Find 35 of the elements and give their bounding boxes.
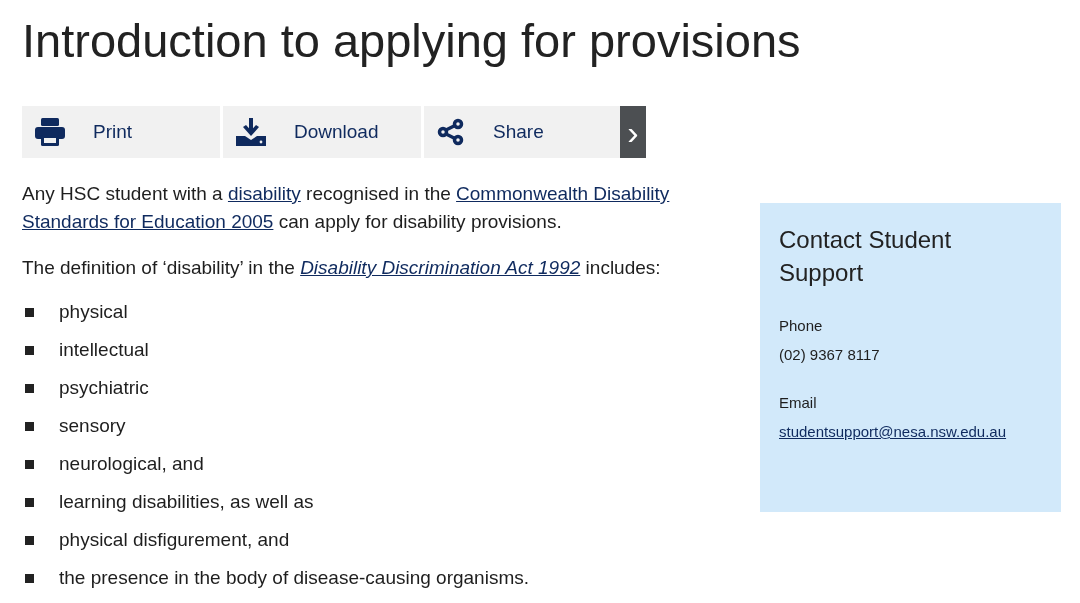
bullet-icon (25, 459, 34, 469)
list-item: psychiatric (59, 376, 149, 400)
list-item: physical (59, 300, 128, 324)
field-label: Phone (779, 316, 824, 336)
bullet-icon (25, 421, 34, 431)
bullet-icon (25, 345, 34, 355)
paragraph: Any HSC student with a disability recognised in the Commonwealth Disability Standards for Education 2005 can apply for disability provisions. (22, 182, 671, 234)
bullet-icon (25, 497, 34, 507)
field-label: Email (779, 393, 818, 413)
share-button[interactable]: Share (424, 106, 622, 158)
download-icon (236, 118, 266, 146)
page-title: Introduction to applying for provisions (22, 13, 802, 69)
bullet-icon (25, 307, 34, 317)
list-item: sensory (59, 414, 126, 438)
link[interactable]: Commonwealth Disability (456, 183, 670, 204)
list-item: the presence in the body of disease-causing organisms. (59, 566, 529, 590)
next-button[interactable]: › (620, 106, 646, 158)
list-item: neurological, and (59, 452, 204, 476)
bullet-icon (25, 383, 34, 393)
link[interactable]: Disability Discrimination Act 1992 (300, 257, 581, 278)
field-value: (02) 9367 8117 (779, 345, 881, 365)
link[interactable]: Standards for Education 2005 (22, 211, 274, 232)
list-item: intellectual (59, 338, 149, 362)
print-button[interactable]: Print (22, 106, 220, 158)
link[interactable]: disability (227, 183, 301, 204)
list-item: physical disfigurement, and (59, 528, 290, 552)
card-title: Contact Student Support (779, 225, 953, 288)
email-link[interactable]: studentsupport@nesa.nsw.edu.au (779, 422, 1042, 442)
bullet-icon (25, 535, 34, 545)
list-item: learning disabilities, as well as (59, 490, 314, 514)
printer-icon (35, 118, 65, 146)
paragraph: The definition of ‘disability’ in the Disability Discrimination Act 1992 includes: (22, 256, 662, 280)
download-button[interactable]: Download (223, 106, 421, 158)
bullet-icon (25, 573, 34, 583)
share-icon (437, 118, 465, 146)
